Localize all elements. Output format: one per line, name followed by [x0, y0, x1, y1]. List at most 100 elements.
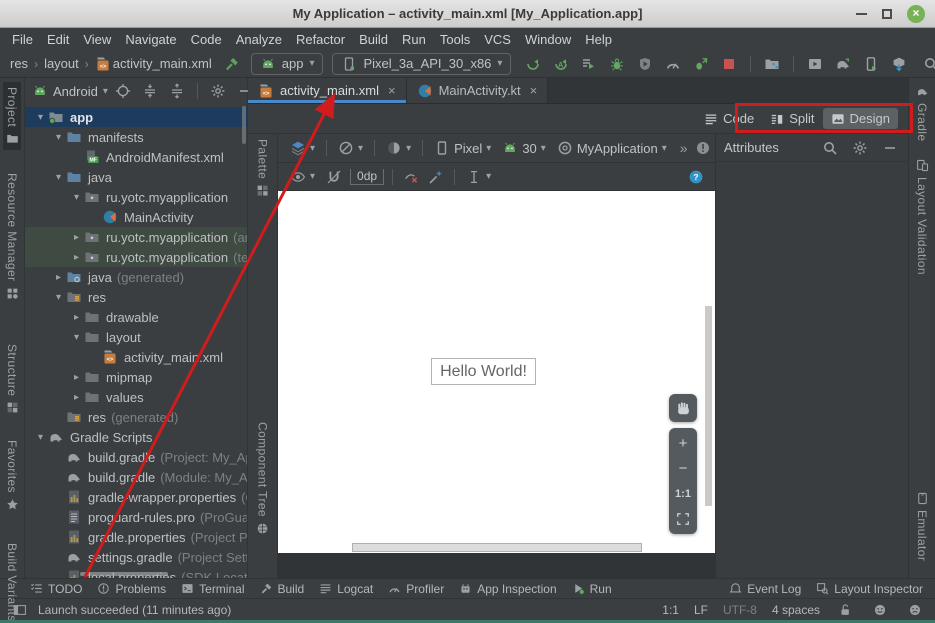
chevron-down-icon[interactable]: ▾	[51, 132, 66, 143]
menu-vcs[interactable]: VCS	[477, 32, 518, 47]
toolwindow-logcat-button[interactable]: Logcat	[319, 582, 373, 596]
mode-design-button[interactable]: Design	[823, 108, 898, 129]
device-selector[interactable]: Pixel_3a_API_30_x86▾	[332, 53, 511, 75]
rerun-button[interactable]	[523, 54, 543, 74]
unlock-button[interactable]	[835, 600, 855, 620]
chevron-right-icon[interactable]: ▸	[51, 272, 66, 283]
tree-item-layout[interactable]: ▾layout	[25, 327, 247, 347]
night-mode-button[interactable]: ▾	[383, 140, 414, 156]
tab-activity-main-xml[interactable]: <>activity_main.xml×	[248, 78, 407, 103]
run-configuration-selector[interactable]: app▾	[251, 53, 324, 75]
zoom-ratio-button[interactable]: 1:1	[669, 481, 697, 506]
tree-item-java[interactable]: ▸java(generated)	[25, 267, 247, 287]
orientation-button[interactable]: ▾	[335, 140, 366, 156]
mode-split-button[interactable]: Split	[762, 108, 822, 129]
sidebar-tab-gradle[interactable]: Gradle	[913, 80, 931, 146]
tree-item-gradle-properties[interactable]: gradle.properties(Project Properties)	[25, 527, 247, 547]
component-tree-tab[interactable]: Component Tree	[248, 422, 277, 535]
breadcrumb-layout[interactable]: layout	[44, 56, 79, 71]
chevron-down-icon[interactable]: ▾	[51, 292, 66, 303]
tree-item-build-gradle[interactable]: build.gradle(Module: My_Application.app)	[25, 467, 247, 487]
chevron-right-icon[interactable]: ▸	[69, 232, 84, 243]
tree-item-ru-yotc-myapplication[interactable]: ▸ru.yotc.myapplication(test)	[25, 247, 247, 267]
menu-file[interactable]: File	[5, 32, 40, 47]
menu-code[interactable]: Code	[184, 32, 229, 47]
toolwindow-event-log-button[interactable]: Event Log	[729, 582, 801, 596]
settings-gear-button[interactable]	[850, 138, 870, 158]
restore-button[interactable]	[882, 9, 892, 19]
canvas-horizontal-scrollbar[interactable]	[352, 543, 642, 552]
breadcrumb-activity-main-xml[interactable]: activity_main.xml	[113, 56, 212, 71]
profiler-button[interactable]	[663, 54, 683, 74]
sidebar-tab-resource-manager[interactable]: Resource Manager	[3, 168, 21, 304]
settings-gear-button[interactable]	[208, 81, 228, 101]
tree-item-java[interactable]: ▾java	[25, 167, 247, 187]
tree-item-manifests[interactable]: ▾manifests	[25, 127, 247, 147]
palette-tab[interactable]: Palette	[248, 139, 277, 197]
sidebar-tab-emulator[interactable]: Emulator	[913, 487, 931, 566]
guideline-button[interactable]: ▾	[463, 169, 494, 185]
canvas-device-selector[interactable]: Pixel▾	[431, 140, 494, 156]
status-lf[interactable]: LF	[694, 603, 708, 617]
sidebar-tab-structure[interactable]: Structure	[3, 339, 21, 419]
search-button[interactable]	[820, 138, 840, 158]
collapse-all-button[interactable]	[167, 81, 187, 101]
zoom-in-button[interactable]: +	[669, 431, 697, 456]
attach-debugger-button[interactable]	[691, 54, 711, 74]
api-level-selector[interactable]: 30▾	[499, 140, 549, 156]
chevron-right-icon[interactable]: ▸	[69, 312, 84, 323]
locate-button[interactable]	[113, 81, 133, 101]
menu-view[interactable]: View	[76, 32, 118, 47]
clear-constraints-button[interactable]	[401, 167, 421, 187]
menu-analyze[interactable]: Analyze	[229, 32, 289, 47]
default-margin-control[interactable]: 0dp	[350, 169, 384, 185]
apply-code-changes-button[interactable]	[579, 54, 599, 74]
mode-code-button[interactable]: Code	[696, 108, 762, 129]
pan-button[interactable]	[669, 394, 697, 422]
close-button[interactable]: ×	[907, 5, 925, 23]
project-view-selector[interactable]: Android	[53, 84, 98, 99]
menu-edit[interactable]: Edit	[40, 32, 76, 47]
toolwindow-profiler-button[interactable]: Profiler	[388, 582, 444, 596]
gradle-sync-button[interactable]	[833, 54, 853, 74]
status-4-spaces[interactable]: 4 spaces	[772, 603, 820, 617]
tree-item-drawable[interactable]: ▸drawable	[25, 307, 247, 327]
zoom-out-button[interactable]: −	[669, 456, 697, 481]
toolwindow-terminal-button[interactable]: Terminal	[181, 582, 244, 596]
face-sad-button[interactable]	[905, 600, 925, 620]
breadcrumb-res[interactable]: res	[10, 56, 28, 71]
toolwindow-todo-button[interactable]: TODO	[30, 582, 82, 596]
chevron-down-icon[interactable]: ▾	[33, 432, 48, 443]
more-actions-icon[interactable]: »	[680, 140, 688, 156]
tree-item-ru-yotc-myapplication[interactable]: ▸ru.yotc.myapplication(androidTest)	[25, 227, 247, 247]
toolwindow-run-button[interactable]: Run	[572, 582, 612, 596]
toolwindow-problems-button[interactable]: Problems	[97, 582, 166, 596]
hide-minus-button[interactable]	[880, 138, 900, 158]
debug-button[interactable]	[607, 54, 627, 74]
toolwindow-app-inspection-button[interactable]: App Inspection	[459, 582, 556, 596]
running-devices-button[interactable]	[805, 54, 825, 74]
chevron-right-icon[interactable]: ▸	[69, 372, 84, 383]
tree-item-res[interactable]: ▾res	[25, 287, 247, 307]
search-button[interactable]	[921, 54, 935, 74]
canvas-vertical-scrollbar[interactable]	[705, 306, 712, 506]
tab-mainactivity-kt[interactable]: MainActivity.kt×	[407, 78, 549, 103]
menu-tools[interactable]: Tools	[433, 32, 477, 47]
tree-item-ru-yotc-myapplication[interactable]: ▾ru.yotc.myapplication	[25, 187, 247, 207]
status-utf-8[interactable]: UTF-8	[723, 603, 757, 617]
view-options-eye-button[interactable]: ▾	[287, 169, 318, 185]
toolwindow-build-button[interactable]: Build	[260, 582, 305, 596]
tree-item-androidmanifest-xml[interactable]: MFAndroidManifest.xml	[25, 147, 247, 167]
chevron-down-icon[interactable]: ▾	[33, 112, 48, 123]
tree-item-gradle-scripts[interactable]: ▾Gradle Scripts	[25, 427, 247, 447]
menu-run[interactable]: Run	[395, 32, 433, 47]
help-button[interactable]: ?	[686, 167, 706, 187]
device-manager-button[interactable]	[762, 54, 782, 74]
close-tab-icon[interactable]: ×	[530, 83, 538, 98]
magnet-off-button[interactable]	[323, 169, 345, 185]
expand-all-button[interactable]	[140, 81, 160, 101]
close-tab-icon[interactable]: ×	[388, 83, 396, 98]
tree-item-proguard-rules-pro[interactable]: proguard-rules.pro(ProGuard Rules for My…	[25, 507, 247, 527]
project-horizontal-scrollbar[interactable]	[80, 572, 168, 576]
sidebar-tab-layout-validation[interactable]: Layout Validation	[913, 154, 931, 280]
